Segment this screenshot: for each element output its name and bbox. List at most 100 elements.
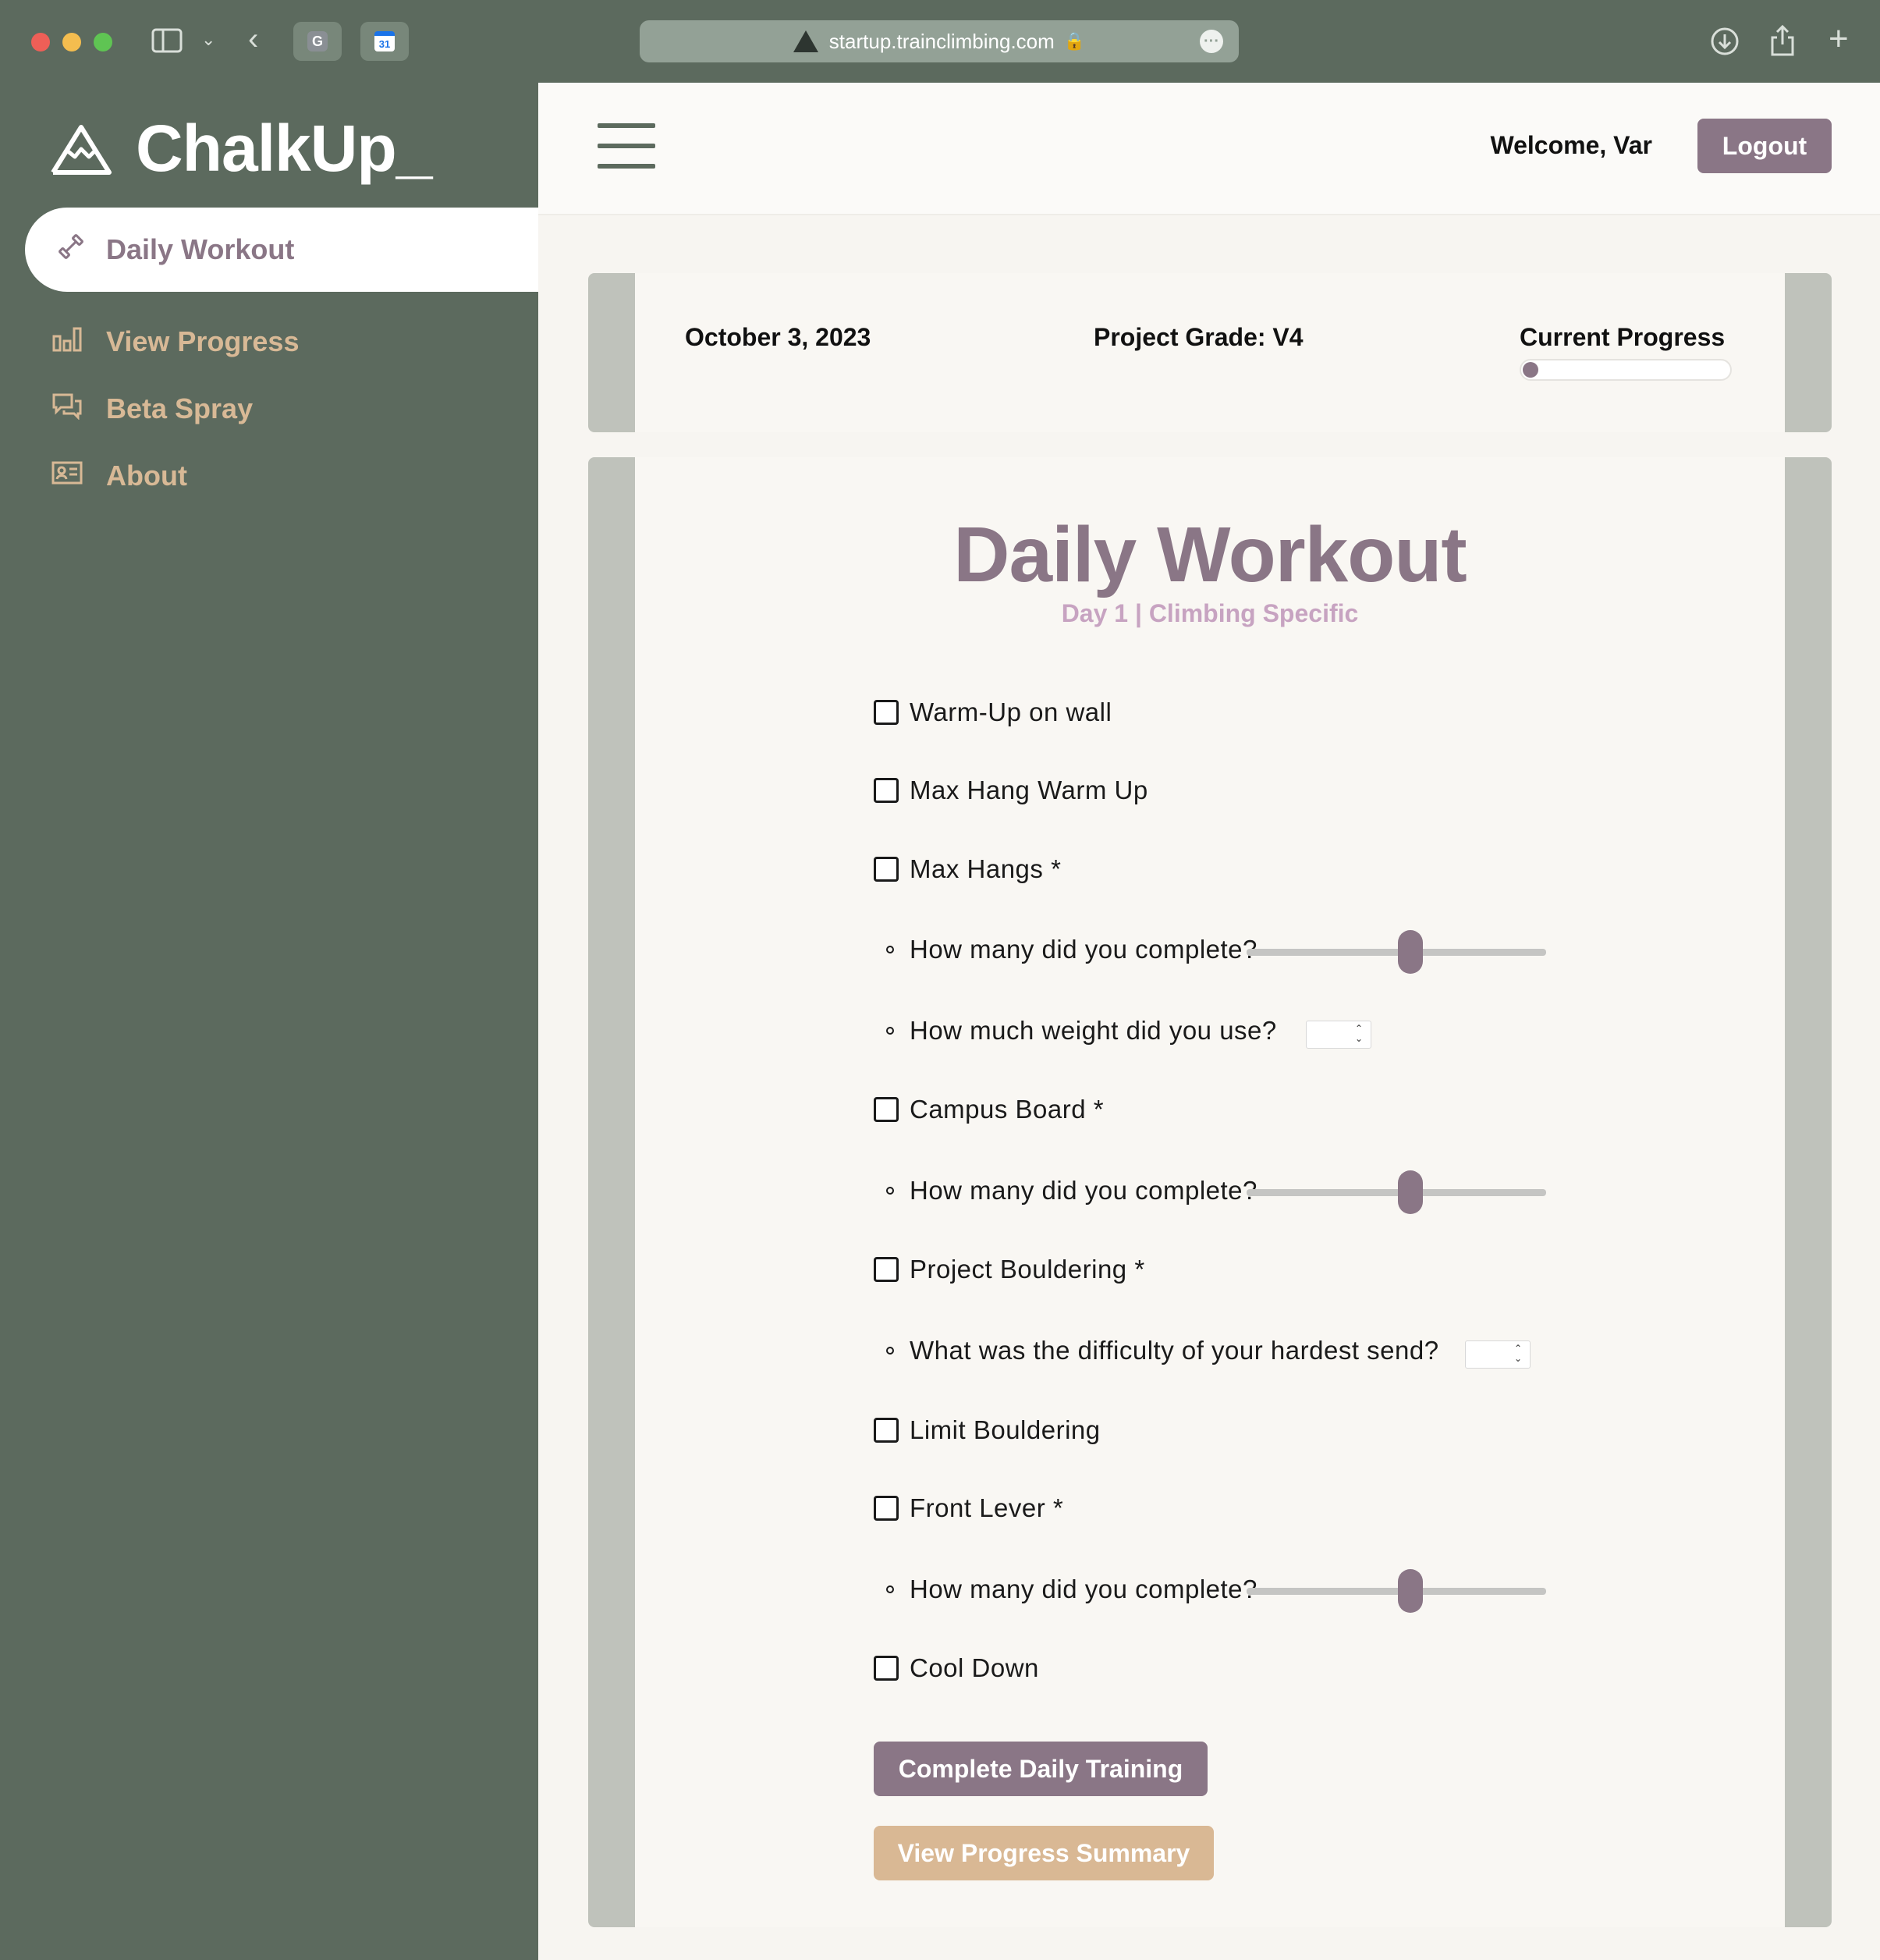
list-bullet <box>886 1347 894 1355</box>
calendar-tab-icon: 31 <box>374 31 395 51</box>
list-bullet <box>886 1027 894 1035</box>
id-card-icon <box>50 460 84 492</box>
question-front-lever-count: How many did you complete? <box>886 1575 1257 1604</box>
question-label: How much weight did you use? <box>910 1016 1277 1045</box>
task-front-lever[interactable]: Front Lever * <box>874 1493 1063 1523</box>
welcome-text: Welcome, Var <box>1490 131 1652 159</box>
task-warm-up-wall[interactable]: Warm-Up on wall <box>874 698 1112 727</box>
question-max-hangs-weight: How much weight did you use? <box>886 1016 1277 1046</box>
view-progress-summary-button[interactable]: View Progress Summary <box>874 1826 1214 1880</box>
question-label: How many did you complete? <box>910 1575 1257 1603</box>
progress-bar-fill <box>1523 362 1538 378</box>
task-max-hangs[interactable]: Max Hangs * <box>874 854 1061 884</box>
question-project-difficulty: What was the difficulty of your hardest … <box>886 1336 1439 1365</box>
brand-name: ChalkUp_ <box>136 112 432 185</box>
task-max-hang-warm-up[interactable]: Max Hang Warm Up <box>874 776 1148 805</box>
hamburger-menu-icon[interactable] <box>598 123 655 169</box>
current-progress-label: Current Progress <box>1520 323 1726 351</box>
brand-logo[interactable]: ChalkUp_ <box>50 111 432 186</box>
task-checkbox[interactable] <box>874 1656 899 1681</box>
workout-date: October 3, 2023 <box>685 323 871 351</box>
google-tab-icon: G <box>307 31 328 51</box>
workout-subtitle: Day 1 | Climbing Specific <box>1061 599 1359 627</box>
slider-track <box>1247 1189 1546 1196</box>
task-checkbox[interactable] <box>874 1097 899 1122</box>
task-label: Warm-Up on wall <box>910 698 1112 726</box>
task-label: Cool Down <box>910 1653 1039 1682</box>
sidebar-item-view-progress[interactable]: View Progress <box>50 318 299 365</box>
minimize-window-button[interactable] <box>62 33 81 51</box>
url-text: startup.trainclimbing.com <box>828 29 1055 53</box>
tab-google[interactable]: G <box>293 22 342 61</box>
sidebar-item-beta-spray[interactable]: Beta Spray <box>50 385 253 432</box>
weight-number-input[interactable]: ⌃ ⌄ <box>1306 1021 1371 1049</box>
task-label: Front Lever * <box>910 1493 1064 1522</box>
front-lever-count-slider[interactable] <box>1247 1569 1546 1613</box>
lock-icon: 🔒 <box>1063 31 1086 51</box>
task-label: Project Bouldering * <box>910 1255 1145 1284</box>
slider-thumb[interactable] <box>1398 1569 1423 1613</box>
sidebar: ChalkUp_ Daily Workout View Progress Bet… <box>0 83 538 1960</box>
question-label: What was the difficulty of your hardest … <box>910 1336 1439 1365</box>
mountain-logo-icon <box>51 124 112 175</box>
dumbbell-icon <box>51 233 90 268</box>
question-max-hangs-count: How many did you complete? <box>886 935 1257 964</box>
slider-thumb[interactable] <box>1398 930 1423 974</box>
stepper-arrows-icon[interactable]: ⌃ ⌄ <box>1355 1024 1363 1044</box>
list-bullet <box>886 946 894 953</box>
sidebar-item-label: About <box>106 460 187 492</box>
browser-toolbar: ⌄ ‹ G 31 startup.trainclimbing.com 🔒 ···… <box>0 0 1880 83</box>
slider-track <box>1247 1588 1546 1595</box>
task-label: Limit Bouldering <box>910 1415 1101 1444</box>
task-checkbox[interactable] <box>874 700 899 725</box>
task-label: Max Hangs * <box>910 854 1062 883</box>
difficulty-number-input[interactable]: ⌃ ⌄ <box>1465 1340 1531 1369</box>
task-cool-down[interactable]: Cool Down <box>874 1653 1039 1683</box>
new-tab-icon[interactable]: + <box>1829 22 1849 56</box>
chat-bubbles-icon <box>50 392 84 427</box>
task-limit-bouldering[interactable]: Limit Bouldering <box>874 1415 1101 1445</box>
slider-track <box>1247 949 1546 956</box>
project-grade: Project Grade: V4 <box>1094 323 1304 351</box>
site-favicon-icon <box>793 30 818 52</box>
workout-title: Daily Workout <box>953 511 1467 598</box>
tab-calendar[interactable]: 31 <box>360 22 409 61</box>
slider-thumb[interactable] <box>1398 1170 1423 1214</box>
logout-button[interactable]: Logout <box>1697 119 1832 173</box>
main-content: Welcome, Var Logout October 3, 2023 Proj… <box>538 83 1880 1960</box>
sidebar-item-label: Daily Workout <box>106 233 295 265</box>
top-bar: Welcome, Var Logout <box>538 83 1880 215</box>
stepper-arrows-icon[interactable]: ⌃ ⌄ <box>1514 1344 1522 1364</box>
status-card: October 3, 2023 Project Grade: V4 Curren… <box>588 273 1832 432</box>
sidebar-item-daily-workout[interactable]: Daily Workout <box>25 208 538 292</box>
more-options-icon[interactable]: ··· <box>1200 30 1223 53</box>
task-campus-board[interactable]: Campus Board * <box>874 1095 1104 1124</box>
list-bullet <box>886 1585 894 1593</box>
task-checkbox[interactable] <box>874 1418 899 1443</box>
zoom-window-button[interactable] <box>94 33 112 51</box>
task-project-bouldering[interactable]: Project Bouldering * <box>874 1255 1145 1284</box>
sidebar-item-about[interactable]: About <box>50 453 187 499</box>
bar-chart-icon <box>50 325 84 359</box>
sidebar-item-label: View Progress <box>106 325 300 357</box>
question-label: How many did you complete? <box>910 1176 1257 1205</box>
chevron-down-icon[interactable]: ⌄ <box>201 31 215 48</box>
question-label: How many did you complete? <box>910 935 1257 964</box>
share-icon[interactable] <box>1769 23 1796 61</box>
address-bar[interactable]: startup.trainclimbing.com 🔒 ··· <box>640 20 1239 62</box>
sidebar-toggle-icon[interactable] <box>151 28 183 58</box>
download-icon[interactable] <box>1710 27 1740 61</box>
progress-bar <box>1520 359 1732 381</box>
back-arrow-icon[interactable]: ‹ <box>248 23 258 55</box>
task-checkbox[interactable] <box>874 857 899 882</box>
close-window-button[interactable] <box>31 33 50 51</box>
list-bullet <box>886 1187 894 1195</box>
task-checkbox[interactable] <box>874 778 899 803</box>
campus-count-slider[interactable] <box>1247 1170 1546 1214</box>
complete-daily-training-button[interactable]: Complete Daily Training <box>874 1742 1208 1796</box>
task-label: Campus Board * <box>910 1095 1105 1124</box>
task-checkbox[interactable] <box>874 1257 899 1282</box>
max-hangs-count-slider[interactable] <box>1247 930 1546 974</box>
question-campus-count: How many did you complete? <box>886 1176 1257 1205</box>
task-checkbox[interactable] <box>874 1496 899 1521</box>
